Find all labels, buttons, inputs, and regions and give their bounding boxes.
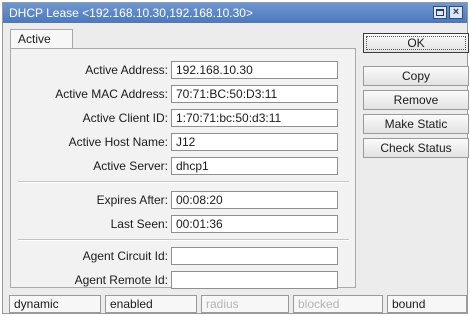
expires-after-row: Expires After: 00:08:20	[11, 191, 357, 209]
active-mac-field[interactable]: 70:71:BC:50:D3:11	[171, 85, 338, 103]
last-seen-field[interactable]: 00:01:36	[171, 215, 338, 233]
active-address-row: Active Address: 192.168.10.30	[11, 61, 357, 79]
title-bar[interactable]: DHCP Lease <192.168.10.30,192.168.10.30>…	[3, 3, 467, 23]
last-seen-label: Last Seen:	[110, 217, 168, 231]
separator	[18, 181, 349, 183]
active-address-field[interactable]: 192.168.10.30	[171, 61, 338, 79]
remove-button[interactable]: Remove	[363, 90, 469, 110]
active-server-label: Active Server:	[93, 159, 168, 173]
expires-after-label: Expires After:	[96, 193, 168, 207]
agent-circuit-id-row: Agent Circuit Id:	[11, 247, 357, 265]
expires-after-field[interactable]: 00:08:20	[171, 191, 338, 209]
status-dynamic: dynamic	[9, 295, 101, 313]
status-blocked: blocked	[293, 295, 383, 313]
close-icon[interactable]: ×	[449, 6, 463, 19]
status-radius: radius	[201, 295, 289, 313]
status-bound: bound	[387, 295, 467, 313]
agent-circuit-id-label: Agent Circuit Id:	[82, 249, 168, 263]
make-static-button[interactable]: Make Static	[363, 114, 469, 134]
dhcp-lease-window: DHCP Lease <192.168.10.30,192.168.10.30>…	[2, 2, 469, 315]
active-client-id-label: Active Client ID:	[82, 111, 168, 125]
agent-remote-id-row: Agent Remote Id:	[11, 271, 357, 289]
status-bar: dynamic enabled radius blocked bound	[9, 295, 467, 315]
lease-details-panel: Active Address: 192.168.10.30 Active MAC…	[10, 48, 357, 289]
separator	[18, 239, 349, 241]
active-mac-row: Active MAC Address: 70:71:BC:50:D3:11	[11, 85, 357, 103]
active-server-row: Active Server: dhcp1	[11, 157, 357, 175]
maximize-icon[interactable]	[433, 6, 447, 19]
active-client-id-field[interactable]: 1:70:71:bc:50:d3:11	[171, 109, 338, 127]
window-title: DHCP Lease <192.168.10.30,192.168.10.30>	[9, 6, 253, 20]
tab-active[interactable]: Active	[10, 29, 73, 49]
check-status-button[interactable]: Check Status	[363, 138, 469, 158]
agent-remote-id-field[interactable]	[171, 271, 338, 289]
last-seen-row: Last Seen: 00:01:36	[11, 215, 357, 233]
status-enabled: enabled	[105, 295, 197, 313]
active-host-name-field[interactable]: J12	[171, 133, 338, 151]
active-host-name-row: Active Host Name: J12	[11, 133, 357, 151]
agent-remote-id-label: Agent Remote Id:	[74, 273, 168, 287]
ok-button[interactable]: OK	[363, 33, 469, 53]
agent-circuit-id-field[interactable]	[171, 247, 338, 265]
active-client-id-row: Active Client ID: 1:70:71:bc:50:d3:11	[11, 109, 357, 127]
copy-button[interactable]: Copy	[363, 66, 469, 86]
active-address-label: Active Address:	[85, 63, 168, 77]
active-mac-label: Active MAC Address:	[55, 87, 168, 101]
active-server-field[interactable]: dhcp1	[171, 157, 338, 175]
active-host-name-label: Active Host Name:	[68, 135, 168, 149]
